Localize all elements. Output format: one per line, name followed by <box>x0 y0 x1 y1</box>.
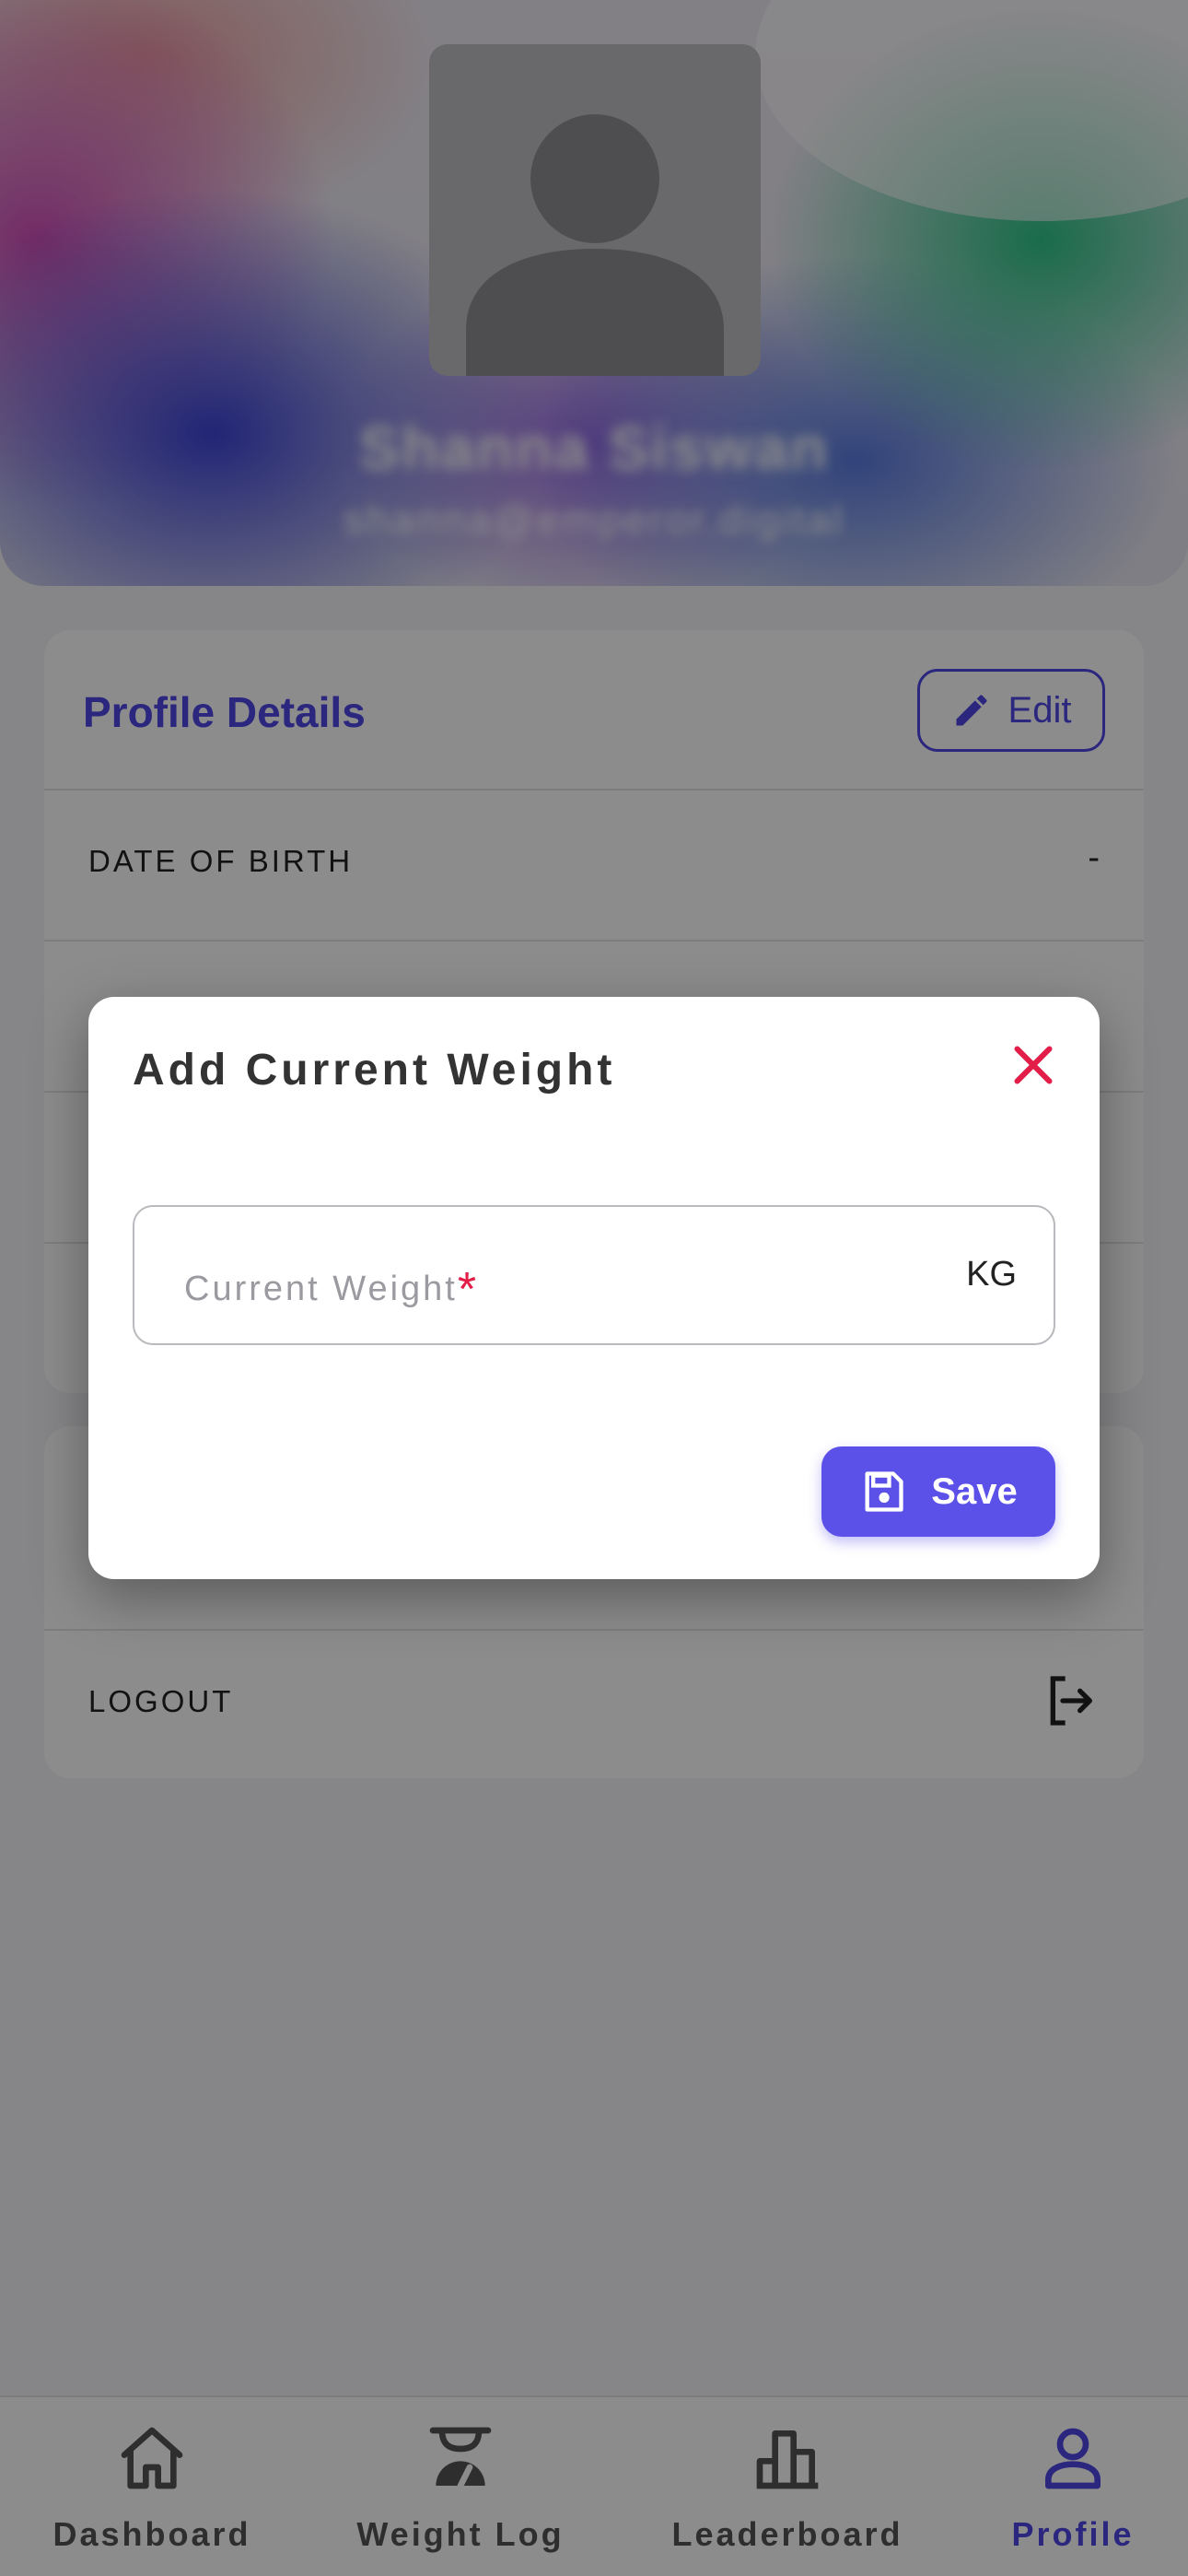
close-button[interactable] <box>1006 1037 1061 1093</box>
add-weight-dialog: Add Current Weight Current Weight* KG Sa… <box>88 997 1100 1579</box>
floppy-disk-icon <box>865 1471 903 1512</box>
required-asterisk: * <box>457 1263 480 1317</box>
current-weight-input[interactable]: Current Weight* KG <box>133 1205 1055 1345</box>
save-button-label: Save <box>931 1470 1018 1512</box>
close-icon <box>1014 1046 1053 1084</box>
weight-unit-label: KG <box>966 1255 1017 1294</box>
dialog-title: Add Current Weight <box>133 1046 616 1095</box>
current-weight-placeholder: Current Weight* <box>184 1263 480 1317</box>
save-button[interactable]: Save <box>821 1446 1055 1537</box>
